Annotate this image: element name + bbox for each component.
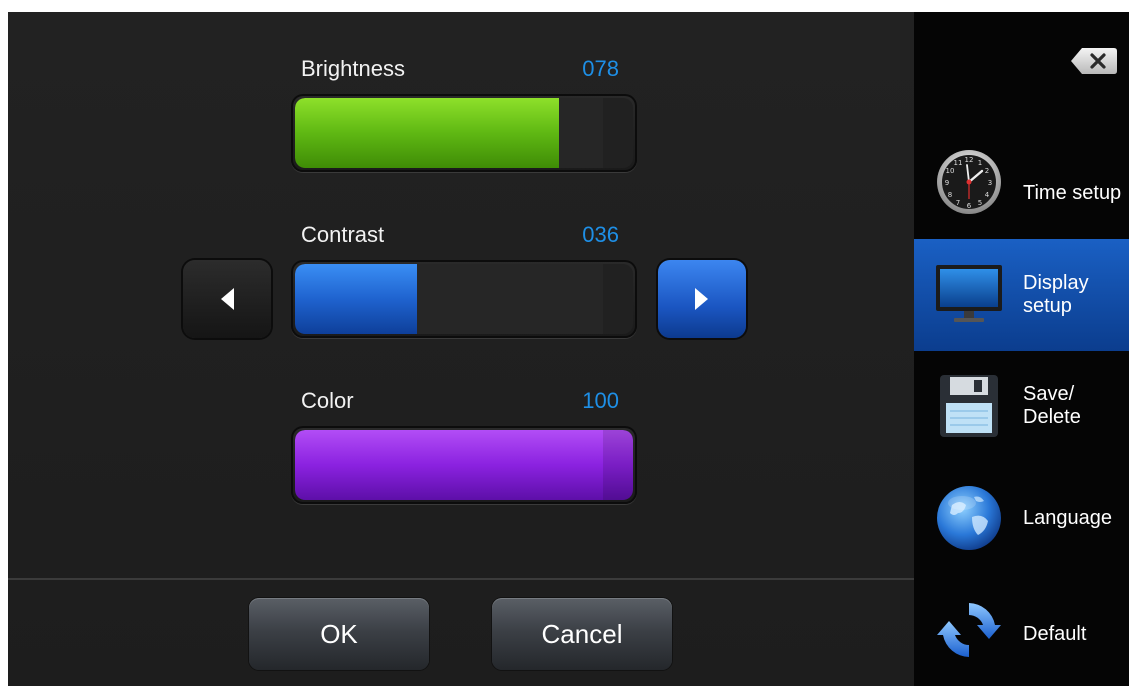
display-setup-screen: Brightness 078 Contrast 036 Color 100 OK… [8, 12, 1129, 686]
sidebar-item-language[interactable]: Language [914, 463, 1129, 575]
clock-icon: 12 1 2 345 678 9 10 11 [934, 147, 1004, 217]
brightness-slider[interactable] [291, 94, 637, 172]
sidebar-item-default[interactable]: Default [914, 575, 1129, 686]
floppy-disk-icon [934, 371, 1004, 441]
increase-button[interactable] [658, 260, 746, 338]
svg-text:11: 11 [954, 159, 963, 167]
ok-button[interactable]: OK [249, 598, 429, 670]
globe-icon [934, 483, 1004, 553]
svg-text:9: 9 [945, 179, 949, 187]
color-label: Color [301, 388, 354, 413]
sidebar-item-label: Save/ Delete [1023, 383, 1081, 428]
svg-text:1: 1 [978, 159, 982, 167]
color-value: 100 [582, 388, 619, 413]
svg-text:3: 3 [988, 179, 992, 187]
sidebar: 12 1 2 345 678 9 10 11 Time setup Displa… [914, 12, 1129, 686]
brightness-label: Brightness [301, 56, 405, 81]
backspace-close-icon [1071, 48, 1117, 74]
sidebar-item-label: Language [1023, 507, 1112, 529]
svg-text:4: 4 [985, 191, 990, 199]
contrast-value: 036 [582, 222, 619, 247]
color-slider[interactable] [291, 426, 637, 504]
sidebar-item-label: Default [1023, 623, 1087, 645]
color-fill [295, 430, 633, 500]
svg-text:7: 7 [956, 199, 960, 207]
cancel-button[interactable]: Cancel [492, 598, 672, 670]
svg-text:10: 10 [946, 167, 955, 175]
brightness-fill [295, 98, 559, 168]
svg-text:2: 2 [985, 167, 989, 175]
sidebar-item-save-delete[interactable]: Save/ Delete [914, 351, 1129, 463]
brightness-value: 078 [582, 56, 619, 81]
sidebar-item-time-setup[interactable]: 12 1 2 345 678 9 10 11 Time setup [914, 127, 1129, 239]
close-button[interactable] [1070, 46, 1118, 76]
arrow-right-icon [695, 288, 708, 310]
refresh-icon [934, 595, 1004, 665]
contrast-slider[interactable] [291, 260, 637, 338]
sidebar-item-label: Time setup [1023, 182, 1122, 204]
arrow-left-icon [221, 288, 234, 310]
monitor-icon [934, 259, 1004, 329]
sidebar-item-label: Display setup [1023, 272, 1089, 317]
contrast-fill [295, 264, 417, 334]
svg-text:5: 5 [978, 199, 982, 207]
sidebar-item-display-setup[interactable]: Display setup [914, 239, 1129, 351]
footer-divider [8, 578, 914, 580]
svg-text:12: 12 [965, 156, 974, 164]
contrast-label: Contrast [301, 222, 385, 247]
decrease-button[interactable] [183, 260, 271, 338]
svg-text:6: 6 [967, 202, 972, 210]
main-panel: Brightness 078 Contrast 036 Color 100 OK… [8, 12, 914, 686]
svg-text:8: 8 [948, 191, 952, 199]
